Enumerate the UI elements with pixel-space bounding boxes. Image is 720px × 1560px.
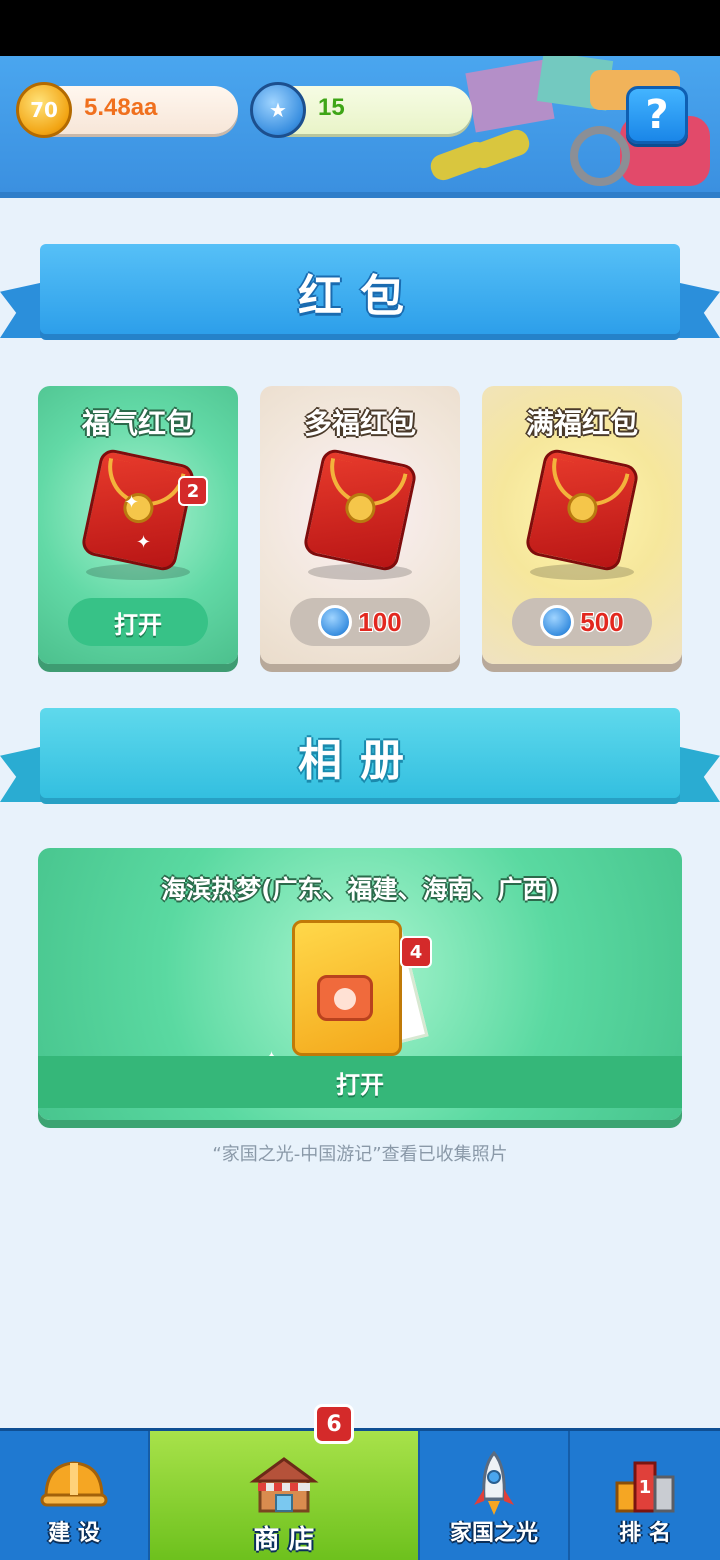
red-packet-section-title: 红包 (298, 271, 422, 322)
album-name: 海滨热梦(广东、福建、海南、广西) (161, 875, 559, 904)
help-button[interactable]: ? (626, 86, 688, 144)
red-packet-card-manfu[interactable]: 满福红包 500 (482, 386, 682, 664)
camera-icon (317, 975, 373, 1021)
top-header: 70 5.48aa ★ 15 (0, 56, 720, 198)
sparkle-icon: ✦ (136, 532, 152, 553)
nav-label: 家国之光 (449, 1521, 538, 1546)
gem-amount: 15 (318, 94, 345, 121)
red-packet-card-fuqi[interactable]: 福气红包 ✦ ✦ 2 打开 (38, 386, 238, 664)
red-envelope-icon (301, 447, 419, 573)
nav-label: 建 设 (48, 1521, 100, 1546)
gold-amount: 5.48aa (84, 94, 158, 121)
album-section-ribbon: 相册 (0, 708, 720, 818)
count-badge: 2 (178, 476, 208, 506)
price-label: 100 (358, 606, 402, 637)
star-gem-icon (540, 605, 575, 639)
nav-item-build[interactable]: 建 设 (0, 1431, 150, 1560)
open-album-button[interactable]: 打开 (38, 1056, 682, 1108)
buy-button[interactable]: 500 (512, 598, 652, 646)
shop-icon (249, 1457, 319, 1513)
nav-label: 排 名 (619, 1521, 671, 1546)
album-card[interactable]: 海滨热梦(广东、福建、海南、广西) 4 ✦ 打开 (38, 848, 682, 1120)
nav-label: 商 店 (253, 1525, 315, 1555)
nav-item-homeland-light[interactable]: 家国之光 (420, 1431, 570, 1560)
rocket-icon (474, 1450, 514, 1515)
album-hint-text: “家国之光-中国游记”查看已收集照片 (212, 1144, 508, 1165)
nav-item-ranking[interactable]: 1 排 名 (570, 1431, 720, 1560)
card-title: 多福红包 (303, 407, 416, 440)
photo-album-icon (292, 920, 402, 1056)
open-button[interactable]: 打开 (68, 598, 208, 646)
star-gem-icon (318, 605, 353, 639)
sparkle-icon: ✦ (124, 492, 140, 513)
red-envelope-icon (523, 447, 641, 573)
svg-text:1: 1 (639, 1477, 652, 1498)
shop-notification-badge: 6 (314, 1404, 354, 1444)
red-packet-section-ribbon: 红包 (0, 244, 720, 354)
gem-currency-pill[interactable]: ★ 15 (250, 82, 472, 138)
price-label: 500 (580, 606, 624, 637)
gold-currency-pill[interactable]: 70 5.48aa (16, 82, 238, 138)
nav-item-shop[interactable]: 商 店 (150, 1431, 420, 1560)
ranking-icon: 1 (615, 1461, 675, 1513)
star-gem-icon: ★ (250, 82, 306, 138)
card-title: 满福红包 (525, 407, 638, 440)
status-bar (0, 0, 720, 56)
bottom-nav: 建 设 商 店 家国之光 1 排 名 (0, 1428, 720, 1560)
album-section-title: 相册 (298, 735, 422, 786)
red-packet-card-duofu[interactable]: 多福红包 100 (260, 386, 460, 664)
gold-coin-icon: 70 (16, 82, 72, 138)
count-badge: 4 (400, 936, 432, 968)
buy-button[interactable]: 100 (290, 598, 430, 646)
hardhat-icon (40, 1461, 108, 1507)
card-title: 福气红包 (81, 407, 194, 440)
